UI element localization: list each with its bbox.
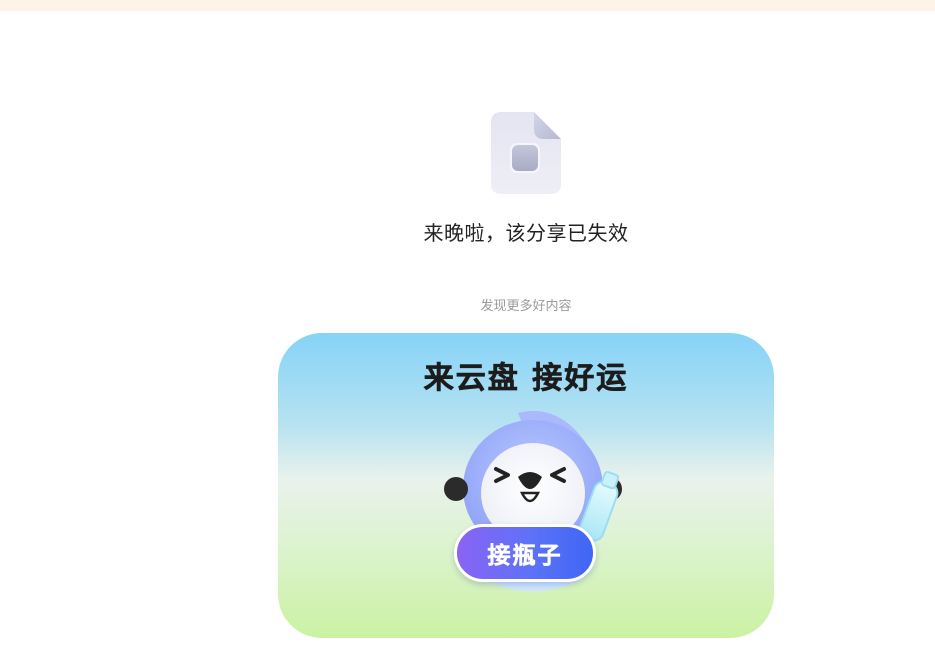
promo-banner[interactable]: 来云盘 接好运 接瓶子 — [278, 333, 774, 638]
catch-bottle-label: 接瓶子 — [487, 543, 563, 570]
file-icon — [488, 110, 564, 198]
top-notice-strip — [0, 0, 935, 11]
promo-title: 来云盘 接好运 — [423, 361, 629, 397]
discover-more-label: 发现更多好内容 — [480, 299, 572, 314]
share-expired-message: 来晚啦，该分享已失效 — [423, 221, 629, 245]
catch-bottle-button[interactable]: 接瓶子 — [454, 524, 596, 582]
